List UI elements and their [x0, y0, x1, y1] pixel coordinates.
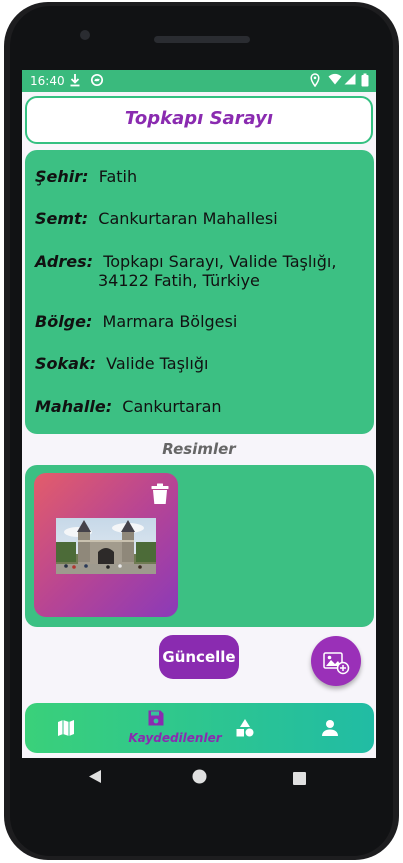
download-icon: [69, 73, 81, 90]
address-value-line2: 34122 Fatih, Türkiye: [98, 271, 260, 290]
status-bar: 16:40: [22, 70, 376, 92]
system-navigation-bar: [22, 758, 376, 796]
front-camera: [80, 30, 90, 40]
nav-item-saved[interactable]: Kaydedilenler: [128, 703, 222, 753]
info-row-neighborhood: Mahalle: Cankurtaran: [35, 397, 222, 416]
info-row-street: Sokak: Valide Taşlığı: [35, 354, 208, 373]
district-value: Cankurtaran Mahallesi: [98, 209, 278, 228]
map-icon: [57, 719, 75, 741]
city-label: Şehir:: [35, 167, 89, 186]
back-icon[interactable]: [88, 769, 102, 788]
nav-label-saved: Kaydedilenler: [128, 731, 222, 745]
image-thumbnail[interactable]: [34, 473, 178, 617]
region-label: Bölge:: [35, 312, 93, 331]
place-title-card: Topkapı Sarayı: [25, 96, 373, 144]
shapes-icon: [235, 718, 255, 742]
info-row-region: Bölge: Marmara Bölgesi: [35, 312, 237, 331]
update-button[interactable]: Güncelle: [159, 635, 239, 679]
city-value: Fatih: [98, 167, 138, 186]
place-photo[interactable]: [56, 518, 156, 574]
street-value: Valide Taşlığı: [106, 354, 209, 373]
images-section-title: Resimler: [162, 440, 236, 458]
address-value: Topkapı Sarayı, Valide Taşlığı,: [103, 252, 337, 271]
earpiece-speaker: [154, 36, 250, 43]
bottom-navigation: Kaydedilenler: [25, 703, 374, 753]
info-row-address: Adres: Topkapı Sarayı, Valide Taşlığı,: [35, 252, 336, 271]
nav-item-categories[interactable]: [235, 703, 259, 753]
phone-frame: 16:40 Topkapı Sarayı Şehir: Fatih Semt: …: [0, 0, 403, 863]
recents-icon[interactable]: [293, 770, 306, 789]
nav-item-map[interactable]: [57, 703, 81, 753]
status-time: 16:40: [30, 74, 65, 88]
street-label: Sokak:: [35, 354, 96, 373]
app-screen: 16:40 Topkapı Sarayı Şehir: Fatih Semt: …: [22, 70, 376, 758]
info-row-district: Semt: Cankurtaran Mahallesi: [35, 209, 278, 228]
address-label: Adres:: [35, 252, 94, 271]
battery-icon: [361, 73, 369, 90]
add-photo-button[interactable]: [311, 636, 361, 686]
nav-item-profile[interactable]: [321, 703, 345, 753]
neighborhood-value: Cankurtaran: [122, 397, 222, 416]
district-label: Semt:: [35, 209, 89, 228]
location-icon: [310, 73, 320, 90]
save-icon: [147, 709, 165, 731]
region-value: Marmara Bölgesi: [102, 312, 238, 331]
place-title: Topkapı Sarayı: [124, 108, 274, 129]
neighborhood-label: Mahalle:: [35, 397, 113, 416]
person-icon: [321, 719, 339, 741]
trash-icon[interactable]: [150, 483, 170, 505]
wifi-icon: [328, 73, 342, 88]
sync-icon: [90, 73, 104, 90]
place-info-card: Şehir: Fatih Semt: Cankurtaran Mahallesi…: [25, 150, 374, 434]
signal-icon: [344, 73, 356, 88]
images-card: [25, 465, 374, 627]
home-icon[interactable]: [192, 769, 207, 788]
add-photo-icon: [323, 649, 351, 679]
info-row-city: Şehir: Fatih: [35, 167, 137, 186]
